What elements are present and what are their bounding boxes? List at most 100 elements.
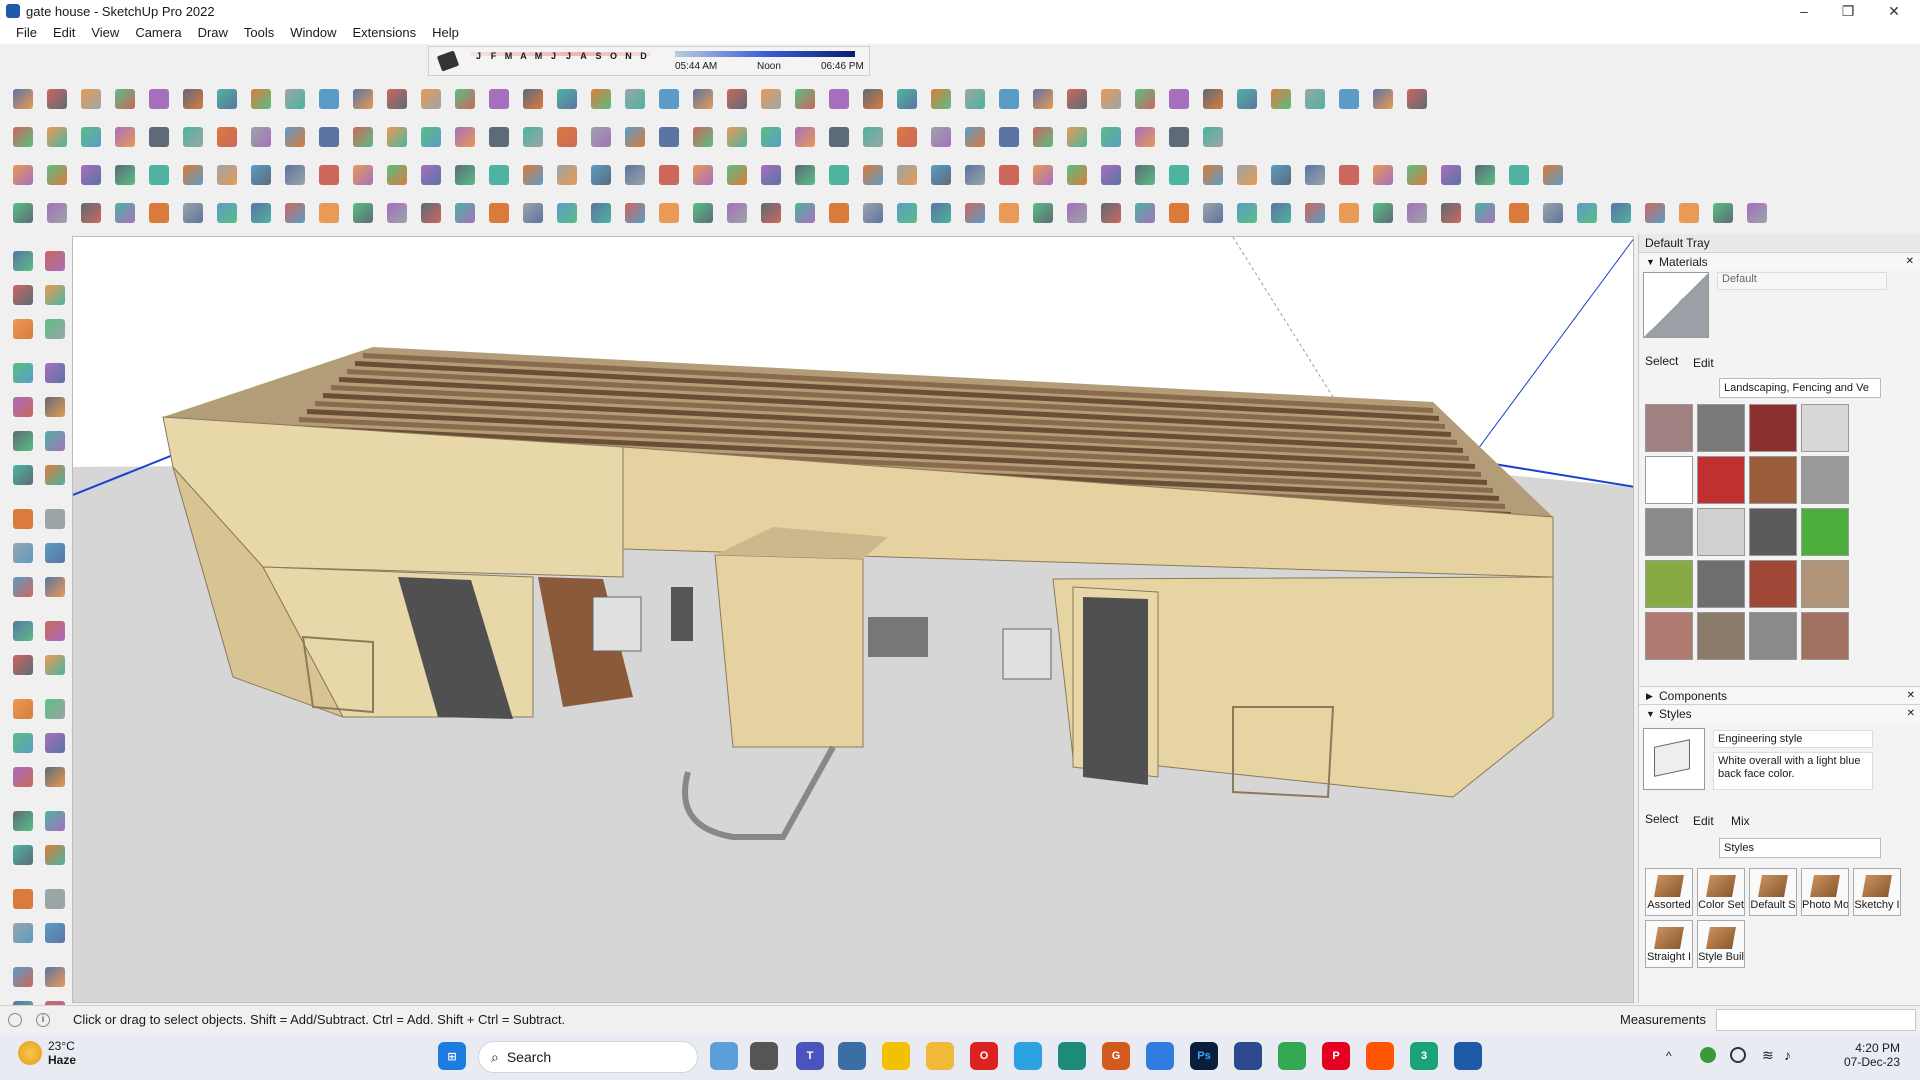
tool-button[interactable] (10, 696, 36, 722)
tool-button[interactable] (110, 198, 140, 228)
tool-button[interactable] (1028, 122, 1058, 152)
tool-button[interactable] (416, 198, 446, 228)
tool-button[interactable] (858, 160, 888, 190)
taskbar-search[interactable]: ⌕ Search (478, 1041, 698, 1073)
tool-button[interactable] (824, 84, 854, 114)
tool-button[interactable] (348, 160, 378, 190)
sticky-notes-icon[interactable] (882, 1042, 910, 1070)
material-swatch[interactable] (1801, 508, 1849, 556)
tool-button[interactable] (824, 160, 854, 190)
tool-button[interactable] (1334, 160, 1364, 190)
tool-button[interactable] (348, 198, 378, 228)
tool-button[interactable] (1198, 198, 1228, 228)
components-panel-header[interactable]: ▶ Components ✕ (1639, 686, 1920, 704)
tool-button[interactable] (10, 540, 36, 566)
tool-button[interactable] (42, 160, 72, 190)
tool-button[interactable] (926, 122, 956, 152)
tool-button[interactable] (552, 160, 582, 190)
tool-button[interactable] (42, 618, 68, 644)
tool-button[interactable] (1130, 84, 1160, 114)
tool-button[interactable] (1096, 84, 1126, 114)
tool-button[interactable] (688, 198, 718, 228)
tool-button[interactable] (246, 198, 276, 228)
tool-button[interactable] (552, 84, 582, 114)
tool-button[interactable] (450, 84, 480, 114)
tool-button[interactable] (756, 122, 786, 152)
material-swatch[interactable] (1801, 404, 1849, 452)
tray-app-icon[interactable] (1700, 1047, 1716, 1063)
tool-button[interactable] (42, 282, 68, 308)
tool-button[interactable] (1368, 84, 1398, 114)
tool-button[interactable] (1198, 160, 1228, 190)
tool-button[interactable] (484, 160, 514, 190)
tool-button[interactable] (348, 84, 378, 114)
tool-button[interactable] (1300, 160, 1330, 190)
tool-button[interactable] (1164, 198, 1194, 228)
tool-button[interactable] (1062, 160, 1092, 190)
tool-button[interactable] (790, 198, 820, 228)
tool-button[interactable] (1334, 84, 1364, 114)
tool-button[interactable] (1368, 160, 1398, 190)
tool-button[interactable] (246, 84, 276, 114)
tool-button[interactable] (10, 618, 36, 644)
tool-button[interactable] (1504, 198, 1534, 228)
tool-button[interactable] (858, 122, 888, 152)
style-name-field[interactable]: Engineering style (1713, 730, 1873, 748)
tool-button[interactable] (10, 808, 36, 834)
tool-button[interactable] (552, 122, 582, 152)
tool-button[interactable] (1028, 160, 1058, 190)
tool-button[interactable] (10, 316, 36, 342)
tool-button[interactable] (42, 964, 68, 990)
tool-button[interactable] (960, 160, 990, 190)
style-thumbnail[interactable]: Color Set (1697, 868, 1745, 916)
measurements-input[interactable] (1716, 1009, 1916, 1031)
tool-button[interactable] (212, 160, 242, 190)
tool-button[interactable] (10, 920, 36, 946)
tool-button[interactable] (10, 248, 36, 274)
tool-button[interactable] (280, 122, 310, 152)
tool-button[interactable] (42, 428, 68, 454)
tool-button[interactable] (1062, 122, 1092, 152)
tool-button[interactable] (1368, 198, 1398, 228)
close-button[interactable]: ✕ (1872, 0, 1916, 22)
tool-button[interactable] (42, 730, 68, 756)
tool-button[interactable] (42, 842, 68, 868)
start-icon[interactable]: ⊞ (438, 1042, 466, 1070)
material-swatch[interactable] (1697, 404, 1745, 452)
menu-help[interactable]: Help (424, 22, 467, 44)
grammarly-icon[interactable]: G (1102, 1042, 1130, 1070)
tool-button[interactable] (10, 574, 36, 600)
tool-button[interactable] (76, 122, 106, 152)
tool-button[interactable] (994, 122, 1024, 152)
tool-button[interactable] (586, 198, 616, 228)
tool-button[interactable] (10, 964, 36, 990)
tool-button[interactable] (144, 160, 174, 190)
style-thumbnail[interactable]: Photo Mo (1801, 868, 1849, 916)
tool-button[interactable] (1096, 198, 1126, 228)
style-thumbnail[interactable]: Style Buil (1697, 920, 1745, 968)
tool-button[interactable] (1028, 198, 1058, 228)
close-icon[interactable]: ✕ (1906, 253, 1914, 271)
tool-button[interactable] (10, 842, 36, 868)
material-swatch[interactable] (1645, 456, 1693, 504)
tool-button[interactable] (484, 84, 514, 114)
soundcloud-icon[interactable] (1366, 1042, 1394, 1070)
tool-button[interactable] (654, 160, 684, 190)
material-swatch[interactable] (1801, 612, 1849, 660)
tool-button[interactable] (1470, 198, 1500, 228)
tool-button[interactable] (620, 122, 650, 152)
tool-button[interactable] (42, 360, 68, 386)
tool-button[interactable] (1606, 198, 1636, 228)
tool-button[interactable] (212, 198, 242, 228)
tool-button[interactable] (926, 198, 956, 228)
tool-button[interactable] (1572, 198, 1602, 228)
tool-button[interactable] (42, 394, 68, 420)
tool-button[interactable] (484, 198, 514, 228)
task-view-icon[interactable] (750, 1042, 778, 1070)
tool-button[interactable] (518, 160, 548, 190)
tool-button[interactable] (110, 160, 140, 190)
close-icon[interactable]: ✕ (1907, 687, 1915, 705)
tool-button[interactable] (450, 160, 480, 190)
tool-button[interactable] (382, 84, 412, 114)
tool-button[interactable] (1096, 122, 1126, 152)
